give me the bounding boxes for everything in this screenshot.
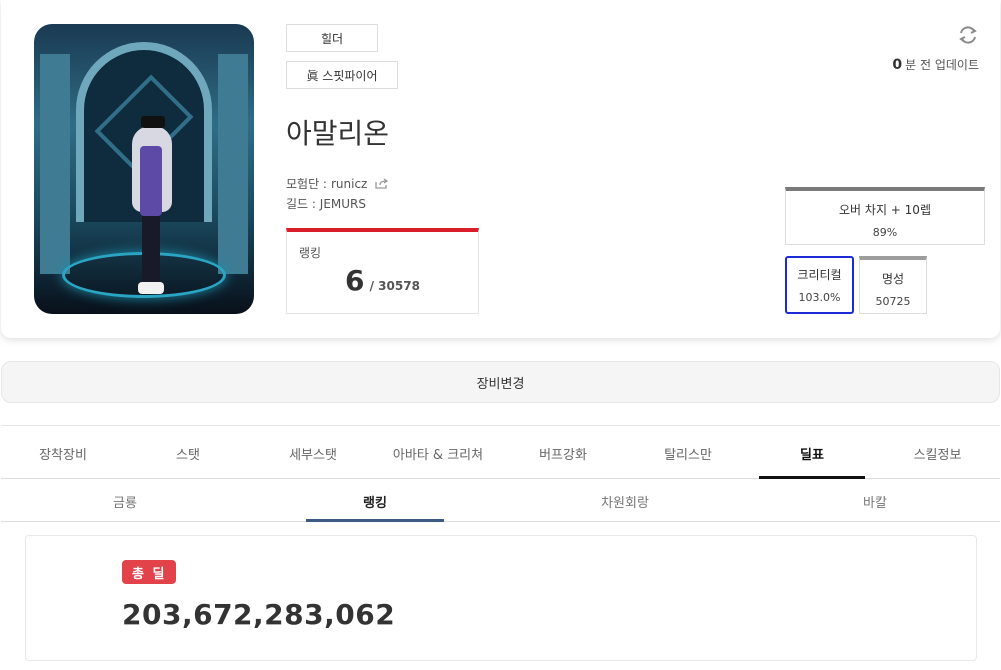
adventure-info: 모험단 : runicz xyxy=(286,175,389,192)
ranking-total: / 30578 xyxy=(369,279,420,293)
overcharge-label: 오버 차지 + 10렙 xyxy=(839,203,931,217)
update-time: 0분 전 업데이트 xyxy=(892,56,979,73)
ranking-label: 랭킹 xyxy=(299,246,322,260)
ranking-box: 랭킹 6 / 30578 xyxy=(286,228,479,314)
fame-stat: 명성 50725 xyxy=(859,256,927,314)
character-name: 아말리온 xyxy=(286,117,390,150)
tab-talisman[interactable]: 탈리스만 xyxy=(625,426,751,480)
adventure-name: runicz xyxy=(330,176,368,191)
crit-label: 크리티컬 xyxy=(797,268,842,282)
crit-stat: 크리티컬 103.0% xyxy=(785,256,854,314)
share-icon[interactable] xyxy=(375,178,389,189)
subtab-geumryong[interactable]: 금룡 xyxy=(56,480,194,522)
refresh-icon[interactable] xyxy=(957,24,979,46)
character-card: 힐더 眞 스핏파이어 아말리온 모험단 : runicz 길드 : JEMURS… xyxy=(1,0,1000,338)
tab-avatar-creature[interactable]: 아바타 & 크리쳐 xyxy=(375,426,501,480)
subtab-ranking[interactable]: 랭킹 xyxy=(306,480,444,522)
tab-stats[interactable]: 스탯 xyxy=(125,426,251,480)
tab-skills[interactable]: 스킬정보 xyxy=(875,426,1000,480)
job-badge: 힐더 xyxy=(286,24,378,52)
ranking-value: 6 xyxy=(345,264,365,297)
overcharge-stat: 오버 차지 + 10렙 89% xyxy=(785,187,985,245)
subtab-bakal[interactable]: 바칼 xyxy=(806,480,944,522)
update-minutes: 0 xyxy=(892,57,903,73)
guild-info: 길드 : JEMURS xyxy=(286,195,366,212)
character-portrait xyxy=(34,24,254,314)
equip-change-button[interactable]: 장비변경 xyxy=(1,361,1000,403)
advancement-badge: 眞 스핏파이어 xyxy=(286,61,398,89)
tab-buff[interactable]: 버프강화 xyxy=(501,426,625,480)
total-damage-value: 203,672,283,062 xyxy=(122,598,396,631)
fame-value: 50725 xyxy=(875,295,911,308)
guild-label: 길드 : xyxy=(286,197,316,211)
adventure-label: 모험단 : xyxy=(286,177,327,191)
crit-value: 103.0% xyxy=(798,291,841,304)
guild-name: JEMURS xyxy=(319,197,366,211)
subtab-dimension[interactable]: 차원회랑 xyxy=(556,480,694,522)
overcharge-value: 89% xyxy=(872,226,898,239)
tab-detail-stats[interactable]: 세부스탯 xyxy=(251,426,375,480)
total-damage-badge: 총 딜 xyxy=(122,560,177,584)
update-label: 분 전 업데이트 xyxy=(905,58,979,72)
sub-tab-bar: 금룡 랭킹 차원회랑 바칼 xyxy=(1,480,1000,522)
tab-equipment[interactable]: 장착장비 xyxy=(1,426,125,480)
total-damage-card: 총 딜 203,672,283,062 xyxy=(25,535,977,661)
main-tab-bar: 장착장비 스탯 세부스탯 아바타 & 크리쳐 버프강화 탈리스만 딜표 스킬정보 xyxy=(1,425,1000,479)
tab-damage[interactable]: 딜표 xyxy=(759,426,865,480)
fame-label: 명성 xyxy=(881,272,905,286)
